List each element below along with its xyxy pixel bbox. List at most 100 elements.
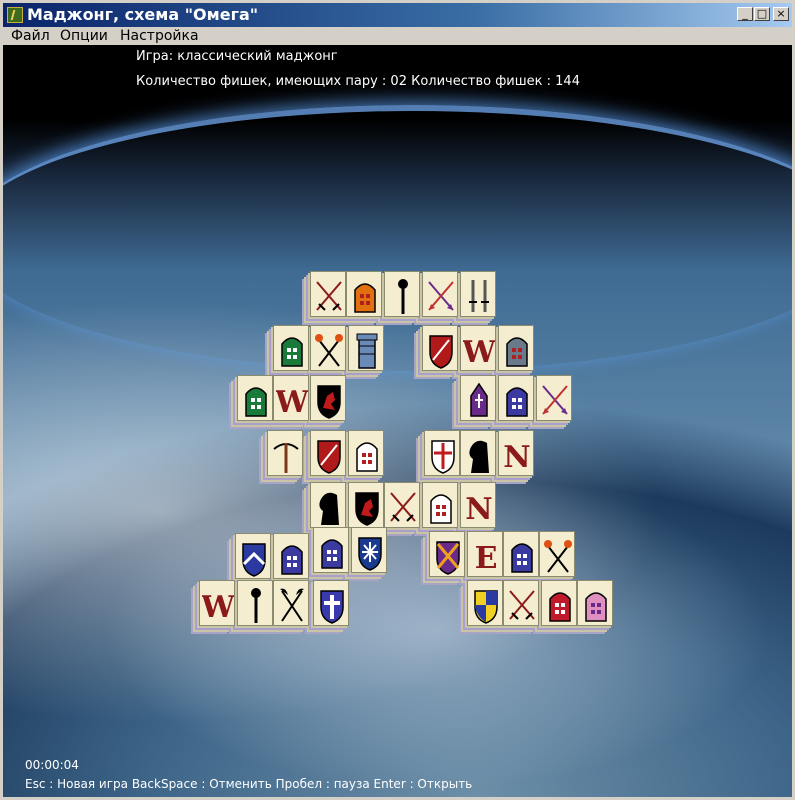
mahjong-tile[interactable] [313,527,349,573]
crossbow-icon [273,443,299,473]
mahjong-tile[interactable] [498,325,534,371]
mahjong-tile[interactable] [384,271,420,317]
menu-bar: Файл Опции Настройка [3,27,792,45]
mahjong-tile[interactable] [313,580,349,626]
shield-saltire-icon [436,541,460,575]
mahjong-tile[interactable] [536,375,572,421]
mahjong-tile[interactable] [348,482,384,528]
mahjong-tile[interactable] [310,375,346,421]
title-bar[interactable]: Маджонг, схема "Омега" _ □ × [3,3,792,27]
svg-text:W: W [276,385,308,420]
mahjong-tile[interactable] [422,482,458,528]
mahjong-tile[interactable] [273,533,309,579]
mahjong-tile[interactable]: E [467,531,503,577]
mahjong-tile[interactable] [539,531,575,577]
crossed-swords-icon [316,281,342,311]
mahjong-tile[interactable] [310,271,346,317]
crossed-arrows-icon [542,385,568,415]
mahjong-tile[interactable] [348,430,384,476]
window-orange-icon [354,283,376,313]
letter-n-icon: N [503,440,530,475]
mahjong-tile[interactable]: W [460,325,496,371]
mahjong-tile[interactable]: W [273,375,309,421]
crossed-torches-icon [544,540,572,573]
mahjong-tile[interactable] [351,527,387,573]
letter-w-icon: W [276,385,308,420]
mahjong-tile[interactable] [424,430,460,476]
close-icon: × [776,7,786,20]
mahjong-tile[interactable] [577,580,613,626]
letter-e-icon: E [475,541,498,576]
mahjong-tile[interactable] [422,271,458,317]
mahjong-tile[interactable] [310,430,346,476]
menu-settings[interactable]: Настройка [120,28,199,44]
mahjong-tile[interactable]: N [498,430,534,476]
mahjong-tile[interactable] [422,325,458,371]
maximize-button[interactable]: □ [754,7,770,21]
shield-cross-blue-icon [320,590,344,624]
mahjong-tile[interactable]: N [460,482,496,528]
mahjong-tile[interactable] [429,531,465,577]
mahjong-tile[interactable] [503,531,539,577]
mahjong-tile[interactable]: W [199,580,235,626]
svg-text:W: W [202,590,234,625]
mahjong-tile[interactable] [310,325,346,371]
window-title: Маджонг, схема "Омега" [27,5,259,24]
mahjong-board: WWNNEW [3,45,792,797]
window-white-icon [356,442,378,472]
window-gray-icon [506,337,528,367]
game-area[interactable]: Игра: классический маджонг Количество фи… [3,45,792,797]
svg-text:E: E [475,541,498,576]
game-timer: 00:00:04 [25,758,79,772]
window-white-icon [430,494,452,524]
shield-red-icon [429,335,453,369]
app-icon[interactable] [7,7,23,23]
shield-chevron-icon [242,543,266,577]
mahjong-tile[interactable] [267,430,303,476]
mace-icon [251,588,261,623]
window-blue-icon [321,539,343,569]
mahjong-tile[interactable] [273,325,309,371]
mahjong-tile[interactable] [237,375,273,421]
shield-red-icon [317,440,341,474]
window-blue-icon [281,545,303,575]
mahjong-tile[interactable] [460,271,496,317]
minimize-button[interactable]: _ [737,7,753,21]
mahjong-tile[interactable] [310,482,346,528]
window-red-icon [549,592,571,622]
mace-icon [398,279,408,314]
svg-text:W: W [463,335,495,370]
mahjong-tile[interactable] [467,580,503,626]
maximize-icon: □ [756,7,768,20]
tower-icon [356,333,378,369]
mahjong-tile[interactable] [503,580,539,626]
shield-quarter-icon [474,590,498,624]
shield-cross-icon [431,440,455,474]
menu-options[interactable]: Опции [60,28,108,44]
mahjong-tile[interactable] [384,482,420,528]
mitre-icon [470,382,488,417]
mahjong-tile[interactable] [541,580,577,626]
crossed-axes-icon [280,588,304,622]
mahjong-tile[interactable] [237,580,273,626]
knight-icon [469,440,489,473]
letter-w-icon: W [463,335,495,370]
mahjong-tile[interactable] [460,430,496,476]
menu-file[interactable]: Файл [11,28,50,44]
svg-text:N: N [503,440,530,475]
mahjong-tile[interactable] [346,271,382,317]
window-green-icon [245,387,267,417]
mahjong-tile[interactable] [460,375,496,421]
close-button[interactable]: × [773,7,789,21]
svg-text:N: N [465,492,492,527]
sword-icon [469,280,489,312]
window-green-icon [281,337,303,367]
crossed-torches-icon [315,334,343,367]
crossed-swords-icon [390,492,416,522]
shield-snow-icon [358,537,382,571]
knight-icon [319,492,339,525]
mahjong-tile[interactable] [235,533,271,579]
mahjong-tile[interactable] [348,325,384,371]
mahjong-tile[interactable] [498,375,534,421]
mahjong-tile[interactable] [273,580,309,626]
